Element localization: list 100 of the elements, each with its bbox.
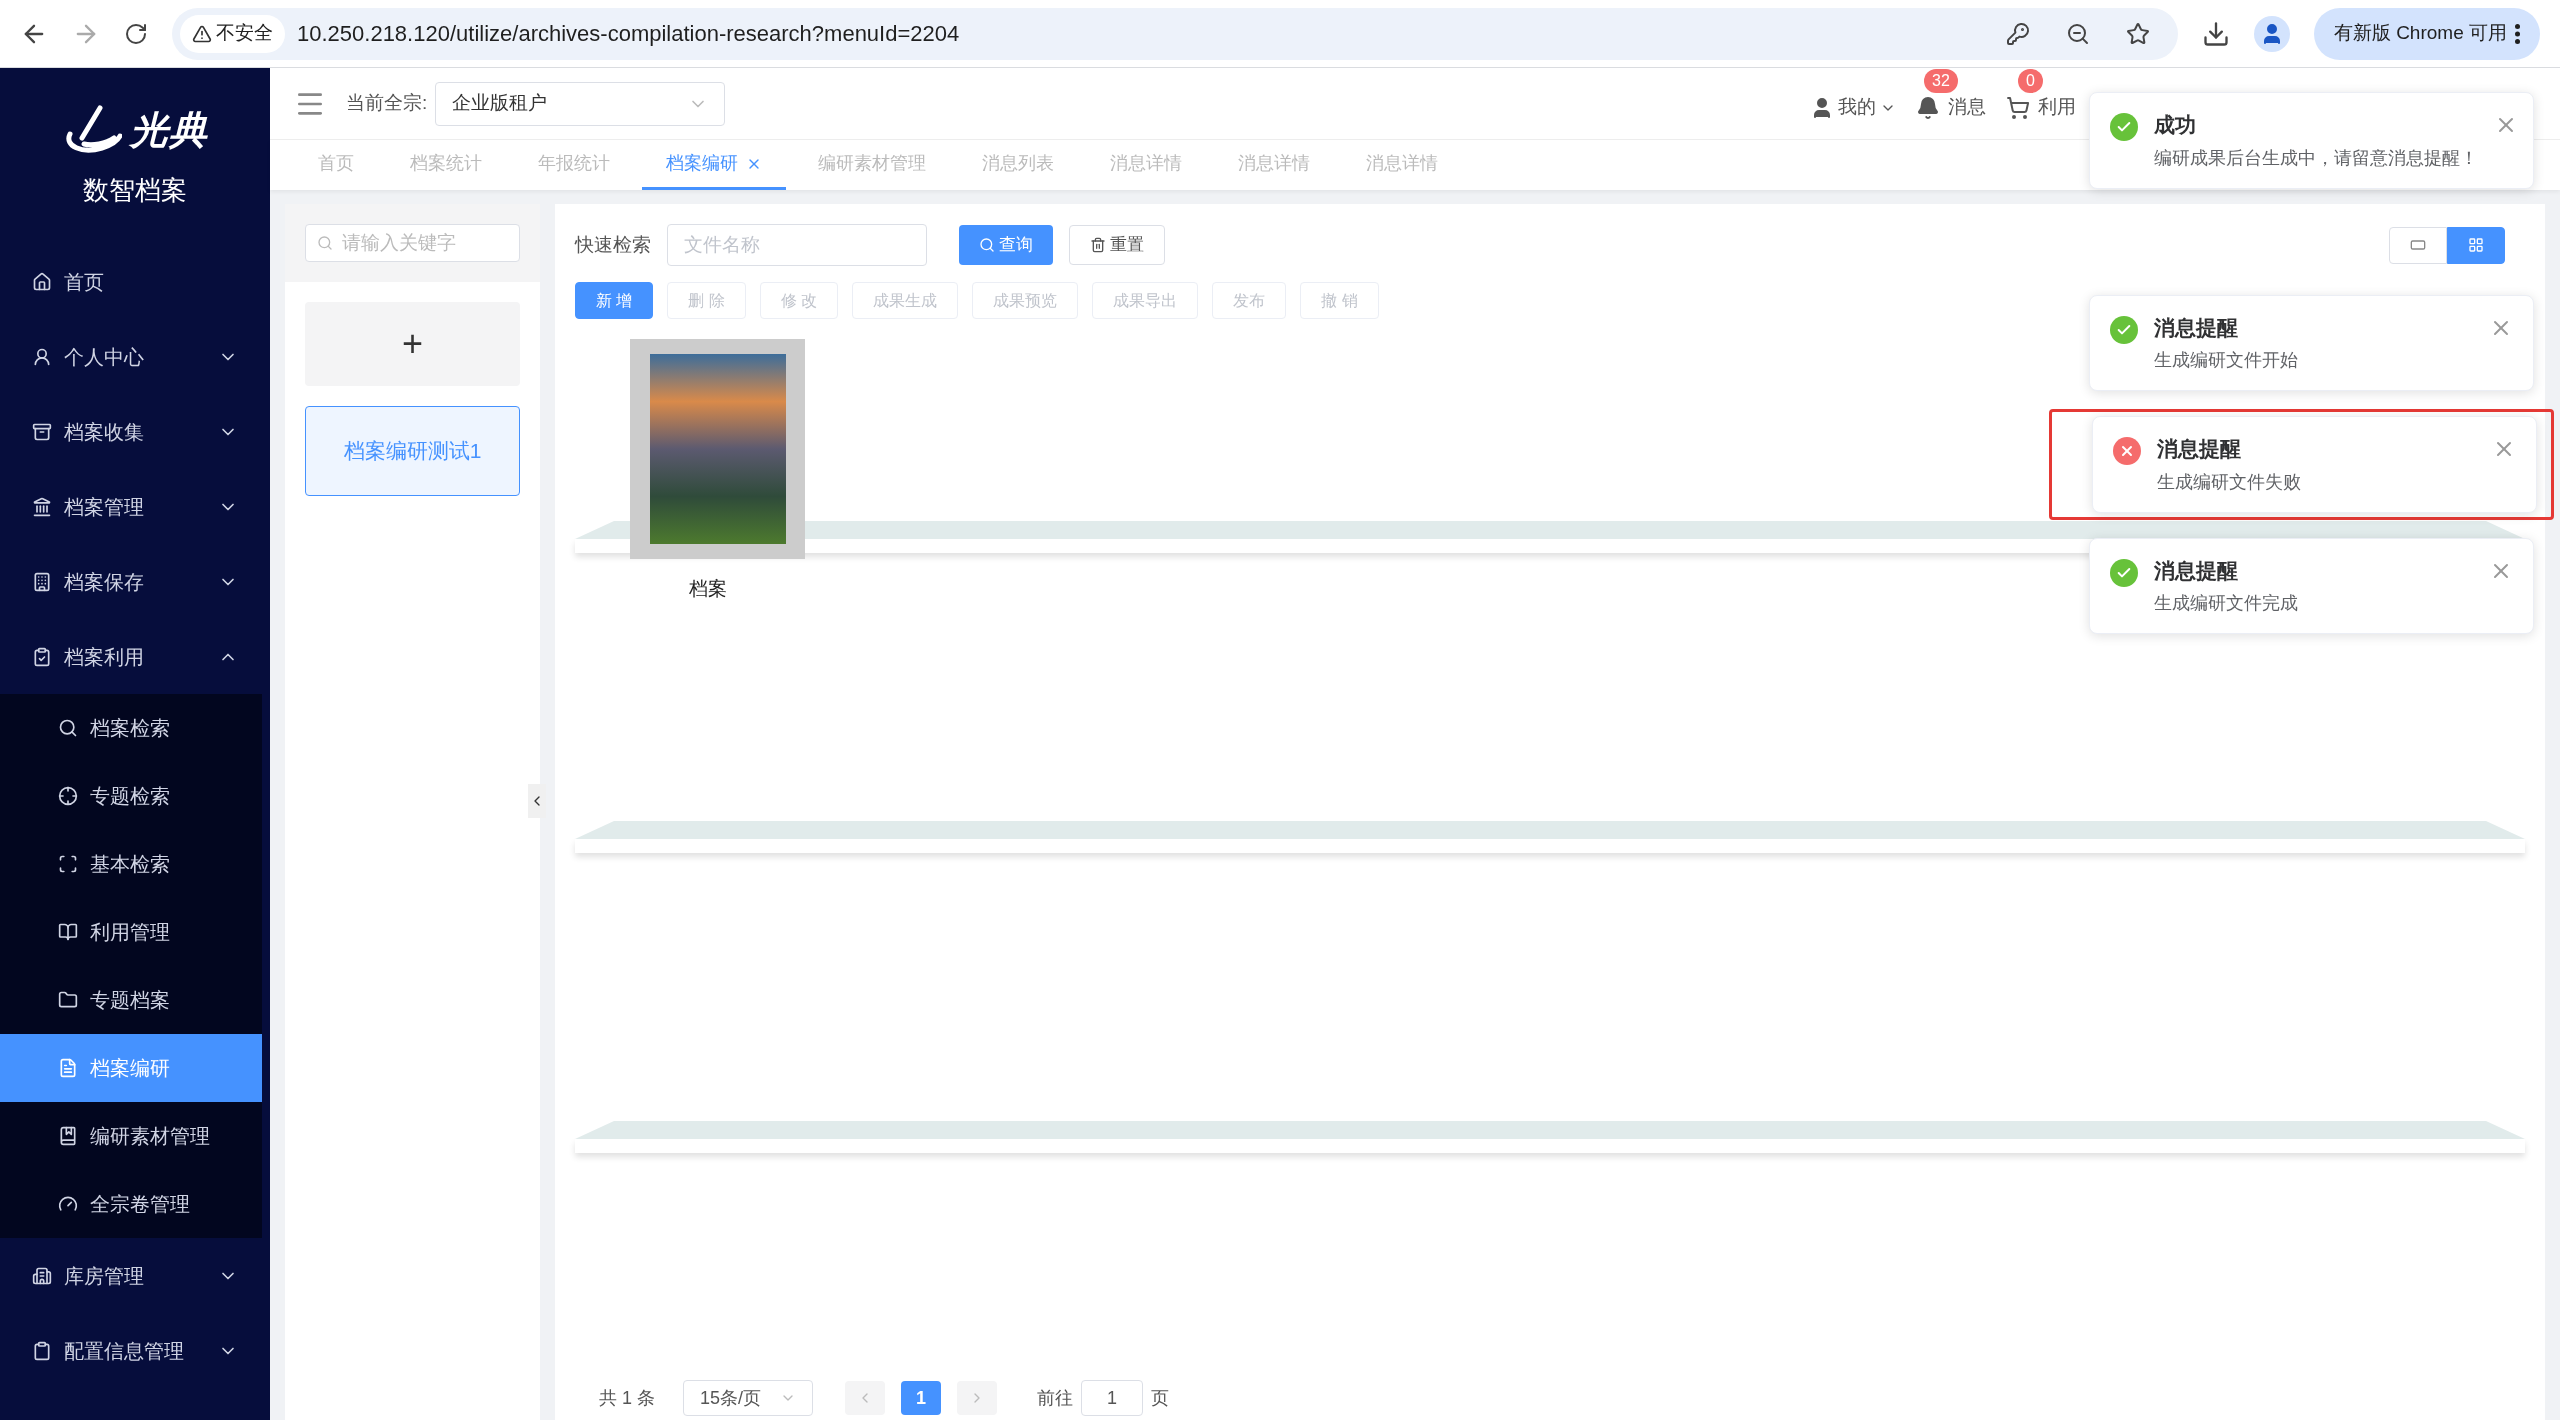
fonds-value: 企业版租户	[452, 91, 549, 116]
clipboard-check-icon	[32, 646, 52, 667]
notification-message: 生成编研文件完成	[2154, 592, 2299, 615]
keyword-search-field[interactable]: 请输入关键字	[305, 224, 520, 262]
success-icon	[2110, 315, 2138, 344]
sidebar-item[interactable]: 档案收集	[0, 394, 270, 469]
submenu-item[interactable]: 利用管理	[0, 898, 262, 966]
user-menu[interactable]: 我的	[1810, 93, 1896, 122]
tray-icon	[32, 421, 52, 442]
zoom-icon[interactable]	[2065, 21, 2090, 46]
total-count: 共 1 条	[599, 1386, 655, 1410]
goto-label: 前往	[1037, 1386, 1073, 1410]
tab-label: 消息详情	[1366, 152, 1438, 175]
book-icon	[58, 922, 78, 942]
submenu-item[interactable]: 专题档案	[0, 966, 262, 1034]
home-icon	[32, 271, 52, 292]
sidebar-item-label: 首页	[64, 269, 105, 295]
success-icon	[2110, 113, 2138, 141]
file-name-field[interactable]: 文件名称	[667, 224, 927, 266]
submenu-item-label: 档案检索	[90, 716, 170, 741]
fonds-select[interactable]: 企业版租户	[435, 81, 726, 126]
sidebar-item-label: 库房管理	[64, 1263, 145, 1289]
sidebar-item[interactable]: 个人中心	[0, 319, 270, 394]
page-suffix: 页	[1151, 1386, 1169, 1410]
submenu-item[interactable]: 基本检索	[0, 830, 262, 898]
sidebar-item[interactable]: 档案管理	[0, 469, 270, 544]
add-button[interactable]: +	[305, 302, 520, 386]
office-building-icon	[32, 1265, 52, 1286]
submenu-item[interactable]: 专题检索	[0, 762, 262, 830]
notification-title: 消息提醒	[2154, 314, 2239, 341]
notification-title: 消息提醒	[2157, 436, 2242, 462]
submenu-item[interactable]: 档案检索	[0, 694, 262, 762]
tab-label: 年报统计	[538, 152, 610, 175]
submenu-item[interactable]: 编研素材管理	[0, 1102, 262, 1170]
more-icon	[2515, 23, 2520, 44]
cart-icon	[2006, 95, 2030, 120]
crosshair-icon	[58, 786, 78, 806]
page-size-value: 15条/页	[700, 1386, 763, 1410]
security-chip[interactable]: 不安全	[180, 14, 285, 53]
cart-label: 利用	[2038, 95, 2076, 120]
address-bar[interactable]: 不安全 10.250.218.120/utilize/archives-compilation-research?menuId=2204	[172, 7, 2178, 60]
security-label: 不安全	[216, 21, 273, 46]
sidebar-item-label: 个人中心	[64, 344, 145, 370]
update-chrome-button[interactable]: 有新版 Chrome 可用	[2313, 7, 2540, 60]
sidebar-item[interactable]: 库房管理	[0, 1238, 270, 1313]
sidebar-item-label: 配置信息管理	[64, 1338, 185, 1364]
key-icon[interactable]	[2005, 21, 2030, 46]
user-icon	[32, 346, 52, 367]
bank-icon	[32, 496, 52, 517]
warning-icon	[192, 23, 212, 44]
collapse-handle[interactable]	[528, 784, 546, 818]
tab-label: 消息列表	[982, 152, 1054, 175]
notification-title: 成功	[2154, 112, 2197, 138]
bell-icon	[1916, 95, 1940, 120]
sidebar-item[interactable]: 档案利用	[0, 619, 270, 694]
search-icon	[979, 237, 995, 253]
url-text: 10.250.218.120/utilize/archives-compilation-research?menuId=2204	[297, 20, 961, 48]
tab-label: 消息详情	[1110, 152, 1182, 175]
sidebar-item-label: 档案管理	[64, 494, 145, 520]
building-icon	[32, 571, 52, 592]
submenu-item-label: 编研素材管理	[90, 1124, 210, 1149]
reload-icon[interactable]	[124, 21, 148, 46]
submenu-item-label: 基本检索	[90, 852, 170, 877]
quick-search-label: 快速检索	[575, 232, 651, 257]
messages-label: 消息	[1948, 95, 1986, 120]
view-toggle[interactable]	[2447, 226, 2505, 264]
scan-frame-icon	[58, 854, 78, 874]
cart-count-badge: 0	[2018, 69, 2043, 94]
clipboard-icon	[32, 1340, 52, 1361]
messages-link[interactable]: 消息	[1916, 93, 1986, 122]
app-name: 数智档案	[83, 174, 187, 207]
page-size-select[interactable]: 15条/页	[683, 1380, 813, 1416]
submenu-item[interactable]: 全宗卷管理	[0, 1170, 262, 1238]
tab-label: 编研素材管理	[818, 152, 926, 175]
star-icon[interactable]	[2125, 21, 2150, 46]
download-icon[interactable]	[2201, 19, 2230, 48]
gauge-icon	[58, 1194, 78, 1214]
tab-label: 首页	[318, 152, 354, 175]
submenu-item-label: 利用管理	[90, 920, 170, 945]
sidebar-item[interactable]: 配置信息管理	[0, 1313, 270, 1388]
message-count-badge: 32	[1924, 69, 1958, 94]
reset-button[interactable]: 重置	[1069, 225, 1165, 265]
file-thumbnail[interactable]	[630, 339, 805, 559]
file-name: 档案	[688, 577, 727, 601]
notification-message: 编研成果后台生成中，请留意消息提醒！	[2154, 146, 2478, 170]
sidebar-item[interactable]: 首页	[0, 244, 270, 319]
profile-avatar[interactable]	[2253, 15, 2290, 52]
notification-message: 生成编研文件开始	[2154, 349, 2299, 372]
cart-link[interactable]: 利用	[2006, 93, 2076, 122]
sidebar-item[interactable]: 档案保存	[0, 544, 270, 619]
trash-icon	[1090, 237, 1106, 253]
bookmark-book-icon	[58, 1126, 78, 1146]
search-icon	[58, 718, 78, 738]
sidebar-item-label: 档案利用	[64, 644, 145, 670]
tab-label: 消息详情	[1238, 152, 1310, 175]
submenu-item-label: 全宗卷管理	[90, 1192, 190, 1217]
goto-page-field[interactable]: 1	[1081, 1380, 1143, 1416]
success-icon	[2110, 558, 2138, 587]
grid-view-icon	[2468, 237, 2484, 253]
sidebar-item-label: 档案收集	[64, 419, 145, 445]
